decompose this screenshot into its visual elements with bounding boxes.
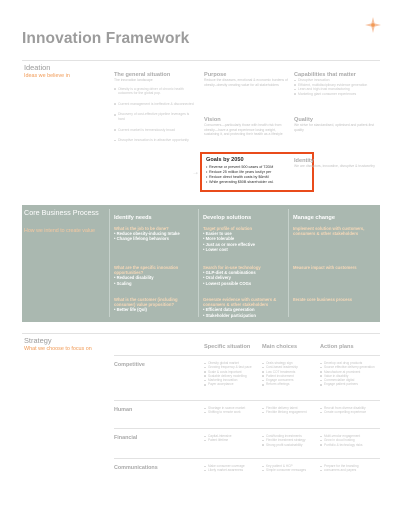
- page-title: Innovation Framework: [22, 30, 190, 47]
- strategy-row-label: Communications: [114, 465, 158, 471]
- general-situation-sub: The innovation landscape: [114, 78, 153, 82]
- strategy-cell: Prepare for the branding consumers and p…: [320, 464, 380, 473]
- list-item: Obesity is a growing driver of chronic h…: [114, 87, 196, 96]
- strategy-cell: Key patient & HCP Simple consumer messag…: [262, 464, 316, 473]
- strategy-cell: Cost/funding investments Flexible invest…: [262, 434, 316, 447]
- core-question: Implement solution with customers, consu…: [293, 226, 365, 237]
- list-item: Shifting to remote work: [204, 410, 258, 414]
- list-item: Portfolio & technology risks: [320, 443, 380, 447]
- list-item: Disruptive innovation is in attractive o…: [114, 138, 196, 143]
- list-item: Reform offerings: [262, 382, 316, 386]
- core-question: What is the customer (including consumer…: [114, 297, 178, 308]
- list-item: • Scaling: [114, 280, 132, 286]
- core-cell: Target profile of solution • Easier to u…: [203, 226, 287, 252]
- strategy-col-choices: Main choices: [262, 344, 298, 350]
- core-cell: What are the specific innovation opportu…: [114, 265, 196, 286]
- strategy-col-actions: Action plans: [320, 344, 354, 350]
- strategy-row-label: Competitive: [114, 362, 145, 368]
- vision-text: Consumers—particularly those with health…: [204, 123, 283, 137]
- strategy-col-situation: Specific situation: [204, 344, 251, 350]
- strategy-cell: Develop oral drug products Source effect…: [320, 361, 380, 387]
- list-item: Strong profit sustainability: [262, 443, 316, 447]
- core-heading: Core Business Process: [24, 208, 99, 217]
- divider: [114, 458, 380, 459]
- vision-block: Vision Consumers—particularly those with…: [204, 117, 288, 137]
- list-item: Marketing giant consumer experiences: [294, 92, 380, 97]
- capabilities-block: Capabilities that matter Disruptive inno…: [294, 72, 380, 96]
- identity-text: We are disruptors, innovative, disruptiv…: [294, 164, 375, 168]
- purpose-block: Purpose Reduce the diseases, emotional &…: [204, 72, 288, 87]
- core-question: Generate evidence with customers & consu…: [203, 297, 277, 308]
- divider: [114, 428, 380, 429]
- strategy-heading: Strategy: [24, 336, 52, 345]
- core-question: What are the specific innovation opportu…: [114, 265, 179, 276]
- quality-block: Quality We strive for standardised, opti…: [294, 117, 380, 132]
- core-col-develop: Develop solutions: [203, 215, 252, 221]
- general-situation-column: The general situation The innovation lan…: [114, 72, 196, 143]
- core-cell: Generate evidence with customers & consu…: [203, 297, 287, 318]
- ideation-heading: Ideation: [24, 63, 51, 72]
- divider: [109, 209, 110, 317]
- list-item: • Stakeholder participation: [203, 312, 256, 318]
- divider: [114, 400, 380, 401]
- list-item: Create compelling experience: [320, 410, 380, 414]
- core-col-identify: Identify needs: [114, 215, 152, 221]
- list-item: Patent lifetime: [204, 438, 258, 442]
- strategy-cell: Multi-vendor engagement Grow in cloud ho…: [320, 434, 380, 447]
- strategy-cell: Capital-intensive Patent lifetime: [204, 434, 258, 443]
- sparkle-icon: [365, 17, 381, 33]
- list-item: Flexible lifelong engagement: [262, 410, 316, 414]
- divider: [198, 209, 199, 317]
- core-cell: What is the customer (including consumer…: [114, 297, 196, 313]
- strategy-cell: Recruit from diverse disability Create c…: [320, 406, 380, 415]
- strategy-row-label: Financial: [114, 435, 138, 441]
- strategy-cell: Obesity global market Growing frequency …: [204, 361, 258, 387]
- identity-block: Identity We are disruptors, innovative, …: [294, 158, 380, 169]
- strategy-cell: Shortage in scarce market Shifting to re…: [204, 406, 258, 415]
- list-item: • Change lifelong behaviors: [114, 236, 169, 242]
- strategy-cell: Orals strategy sign Cost-based leadershi…: [262, 361, 316, 387]
- core-question: Iterate core business process: [293, 297, 353, 302]
- strategy-cell: Make consumer coverage Likely market awa…: [204, 464, 258, 473]
- divider: [288, 209, 289, 317]
- list-item: Discovery of cost-effective pipeline lev…: [114, 112, 196, 121]
- list-item: • Better life (Qol): [114, 307, 147, 313]
- goals-title: Goals by 2050: [206, 157, 244, 163]
- goal-item: While generating $50B shareholder val.: [206, 180, 308, 185]
- list-item: Engage patient partners: [320, 382, 380, 386]
- arrow-right-icon: ➝: [193, 171, 199, 177]
- divider: [22, 60, 380, 61]
- strategy-cell: Flexible delivery talent Flexible lifelo…: [262, 406, 316, 415]
- divider: [22, 333, 380, 334]
- list-item: Current market is tremendously broad: [114, 128, 196, 133]
- list-item: Simple consumer messages: [262, 468, 316, 472]
- core-cell: What is the job to be done? • Reduce obe…: [114, 226, 196, 242]
- list-item: Likely market awareness: [204, 468, 258, 472]
- quality-text: We strive for standardised, optimised an…: [294, 123, 375, 132]
- strategy-row-label: Human: [114, 407, 133, 413]
- strategy-subheading: What we choose to focus on: [24, 346, 92, 352]
- divider: [114, 355, 380, 356]
- core-question: Measure impact with customers: [293, 265, 357, 270]
- core-col-manage: Manage change: [293, 215, 335, 221]
- purpose-text: Reduce the diseases, emotional & economi…: [204, 78, 288, 87]
- core-cell: Search for in-use technology • GLP-diet …: [203, 265, 287, 286]
- list-item: Current management is ineffective & disc…: [114, 102, 196, 107]
- list-item: • Lower cost: [203, 246, 228, 252]
- core-subheading: How we intend to create value: [24, 228, 95, 234]
- list-item: Payer acceptance: [204, 382, 258, 386]
- list-item: consumers and payers: [320, 468, 380, 472]
- core-business-band: Core Business Process How we intend to c…: [22, 205, 380, 322]
- ideation-subheading: Ideas we believe in: [24, 73, 70, 79]
- list-item: • Lowest possible COGs: [203, 280, 252, 286]
